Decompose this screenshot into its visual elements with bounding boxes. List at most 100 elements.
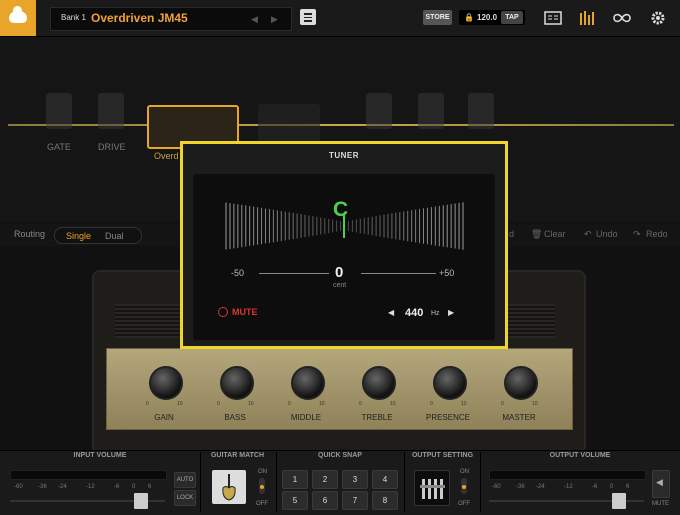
middle-knob[interactable] <box>291 366 325 400</box>
knob-label-gain: GAIN <box>154 413 174 422</box>
output-setting-on-label: ON <box>460 469 469 475</box>
output-setting-toggle[interactable] <box>461 478 467 494</box>
output-level-meter <box>489 470 646 480</box>
output-setting-title: OUTPUT SETTING <box>411 452 474 459</box>
bpm-value[interactable]: 120.0 <box>477 13 497 22</box>
preset-name: Overdriven JM45 <box>91 11 188 25</box>
knob-max: 10 <box>248 401 254 407</box>
master-knob[interactable] <box>504 366 538 400</box>
trash-icon[interactable]: 🗑 <box>531 229 542 240</box>
gear-icon[interactable] <box>649 9 667 27</box>
guitar-icon[interactable] <box>212 470 246 504</box>
amp-module-label: Overd <box>154 151 179 161</box>
divider <box>404 452 405 512</box>
guitar-match-on-label: ON <box>258 469 267 475</box>
undo-icon[interactable]: ↶ <box>584 229 592 240</box>
snap-5-button[interactable]: 5 <box>282 491 308 510</box>
effect-pedal[interactable] <box>468 93 494 129</box>
redo-button[interactable]: Redo <box>646 229 668 239</box>
snap-7-button[interactable]: 7 <box>342 491 368 510</box>
knob-min: 0 <box>288 401 291 407</box>
routing-dual[interactable]: Dual <box>105 231 124 241</box>
redo-icon[interactable]: ↷ <box>633 229 641 240</box>
tuner-cents-unit: cent <box>333 282 347 289</box>
tuner-mute-button[interactable]: MUTE <box>232 307 258 317</box>
drive-pedal[interactable] <box>98 93 124 129</box>
tuner-scale-line-left <box>259 273 329 274</box>
mute-icon[interactable] <box>218 307 228 317</box>
cabinet-module[interactable] <box>258 104 320 144</box>
output-volume-fader[interactable] <box>612 493 626 509</box>
gain-knob[interactable] <box>149 366 183 400</box>
snap-1-button[interactable]: 1 <box>282 470 308 489</box>
input-volume-fader[interactable] <box>134 493 148 509</box>
tuner-title: TUNER <box>328 151 360 160</box>
knob-min: 0 <box>146 401 149 407</box>
effect-pedal[interactable] <box>366 93 392 129</box>
scale-tick: -6 <box>114 484 120 490</box>
tuner-note: C <box>333 198 349 221</box>
snap-4-button[interactable]: 4 <box>372 470 398 489</box>
knob-label-master: MASTER <box>502 413 536 422</box>
lock-button[interactable]: LOCK <box>174 490 196 506</box>
decrease-reference-icon[interactable]: ◀ <box>388 308 394 317</box>
presence-knob[interactable] <box>433 366 467 400</box>
knob-max: 10 <box>461 401 467 407</box>
auto-button[interactable]: AUTO <box>174 472 196 488</box>
treble-knob[interactable] <box>362 366 396 400</box>
snap-2-button[interactable]: 2 <box>312 470 338 489</box>
knob-min: 0 <box>430 401 433 407</box>
snap-3-button[interactable]: 3 <box>342 470 368 489</box>
next-preset-icon[interactable]: ▶ <box>271 14 278 25</box>
tempo-box: 🔒 120.0 TAP <box>459 10 525 25</box>
partial-label: d <box>509 229 515 239</box>
snap-6-button[interactable]: 6 <box>312 491 338 510</box>
effect-pedal[interactable] <box>418 93 444 129</box>
pedal-label-drive: DRIVE <box>98 142 126 152</box>
speaker-icon[interactable]: ◀ <box>652 470 670 498</box>
divider <box>200 452 201 512</box>
store-button[interactable]: STORE <box>423 10 452 25</box>
scale-tick: -60 <box>14 484 23 490</box>
guitar-match-toggle[interactable] <box>259 478 265 494</box>
quick-snap-title: QUICK SNAP <box>318 452 362 459</box>
snap-8-button[interactable]: 8 <box>372 491 398 510</box>
scale-tick: 6 <box>626 484 630 490</box>
preset-selector[interactable]: Bank 1 Overdriven JM45 ◀ ▶ <box>50 7 292 31</box>
routing-toggle[interactable]: Single Dual <box>54 227 142 244</box>
guitar-match-title: GUITAR MATCH <box>210 452 264 459</box>
bottom-bar <box>0 450 680 515</box>
input-level-meter <box>10 470 167 480</box>
loop-icon[interactable] <box>613 9 631 27</box>
divider <box>480 452 481 512</box>
clear-button[interactable]: Clear <box>544 229 566 239</box>
reference-frequency-unit: Hz <box>431 310 440 317</box>
cloud-logo-icon[interactable] <box>0 0 36 36</box>
bank-label: Bank 1 <box>61 13 86 22</box>
scale-tick: -60 <box>492 484 501 490</box>
tap-button[interactable]: TAP <box>501 11 523 24</box>
scale-tick: -36 <box>516 484 525 490</box>
tuner-scale-max: +50 <box>439 268 455 278</box>
preset-list-icon[interactable] <box>544 9 562 27</box>
prev-preset-icon[interactable]: ◀ <box>251 14 258 25</box>
gate-pedal[interactable] <box>46 93 72 129</box>
output-setting-icon[interactable] <box>414 470 450 506</box>
routing-single[interactable]: Single <box>66 231 91 241</box>
scale-tick: -6 <box>592 484 598 490</box>
increase-reference-icon[interactable]: ▶ <box>448 308 454 317</box>
output-setting-off-label: OFF <box>458 501 470 507</box>
scale-tick: -24 <box>536 484 545 490</box>
output-mute-label: MUTE <box>652 501 669 507</box>
mixer-icon[interactable] <box>578 9 596 27</box>
lock-icon[interactable]: 🔒 <box>464 13 474 22</box>
knob-max: 10 <box>319 401 325 407</box>
pedal-label-gate: GATE <box>47 142 71 152</box>
bass-knob[interactable] <box>220 366 254 400</box>
menu-button[interactable] <box>300 9 316 25</box>
knob-label-presence: PRESENCE <box>425 413 470 422</box>
guitar-match-off-label: OFF <box>256 501 268 507</box>
undo-button[interactable]: Undo <box>596 229 618 239</box>
knob-label-treble: TREBLE <box>361 413 393 422</box>
scale-tick: 0 <box>610 484 614 490</box>
